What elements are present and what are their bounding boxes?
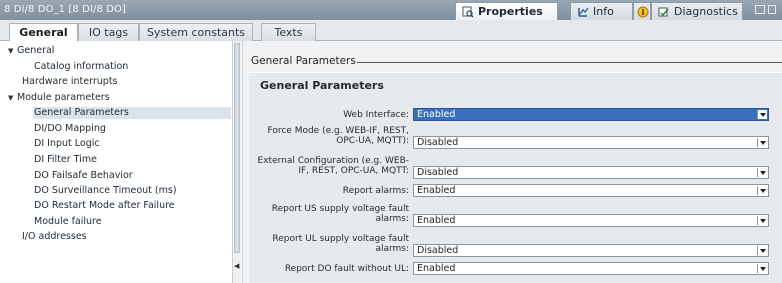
tab-diagnostics[interactable]: Diagnostics xyxy=(651,2,743,20)
report-alarms-value: Enabled xyxy=(417,185,456,196)
web-interface-dropdown[interactable]: Enabled xyxy=(413,108,769,121)
expand-arrow-icon[interactable]: ▼ xyxy=(8,45,17,57)
tree-item-general[interactable]: ▼ General xyxy=(8,45,54,57)
general-parameters-panel: General Parameters Web Interface: Enable… xyxy=(249,72,782,283)
dropdown-arrow-icon[interactable] xyxy=(757,216,767,225)
report-alarms-label: Report alarms: xyxy=(342,186,409,196)
inspector-titlebar: 8 DI/8 DO_1 [8 DI/8 DO] Properties Info … xyxy=(0,0,782,20)
maximize-icon[interactable] xyxy=(768,5,776,14)
warning-info-icon: i xyxy=(637,6,649,18)
tree-item-module-parameters[interactable]: ▼ Module parameters xyxy=(8,92,110,104)
info-badge: i xyxy=(633,2,651,20)
dropdown-arrow-icon[interactable] xyxy=(757,246,767,255)
tab-general[interactable]: General xyxy=(9,23,78,42)
tree-item-module-failure[interactable]: Module failure xyxy=(34,216,102,228)
tab-info-label: Info xyxy=(593,5,614,18)
report-do-fault-label: Report DO fault without UL: xyxy=(284,264,409,274)
report-us-supply-value: Enabled xyxy=(417,215,456,226)
web-interface-label: Web Interface: xyxy=(343,110,409,120)
tree-item-hardware-interrupts[interactable]: Hardware interrupts xyxy=(22,76,118,88)
tree-scrollbar[interactable]: ◀ xyxy=(232,41,241,283)
parameter-content: General Parameters General Parameters We… xyxy=(242,41,782,283)
panel-title: General Parameters xyxy=(260,79,384,92)
dropdown-arrow-icon[interactable] xyxy=(757,264,767,273)
dropdown-arrow-icon[interactable] xyxy=(757,138,767,147)
web-interface-value: Enabled xyxy=(417,109,456,120)
tab-texts[interactable]: Texts xyxy=(261,23,316,41)
report-ul-supply-value: Disabled xyxy=(417,245,459,256)
tree-item-do-failsafe-behavior[interactable]: DO Failsafe Behavior xyxy=(34,170,133,182)
properties-icon xyxy=(462,6,474,18)
dropdown-arrow-icon[interactable] xyxy=(757,110,767,119)
expand-arrow-icon[interactable]: ▼ xyxy=(8,92,17,104)
svg-text:i: i xyxy=(642,8,645,17)
tree-item-di-filter-time[interactable]: DI Filter Time xyxy=(34,154,97,166)
tree-item-do-restart-mode[interactable]: DO Restart Mode after Failure xyxy=(34,200,175,212)
external-configuration-value: Disabled xyxy=(417,167,459,178)
tab-properties[interactable]: Properties xyxy=(455,2,558,20)
force-mode-value: Disabled xyxy=(417,137,459,148)
report-do-fault-dropdown[interactable]: Enabled xyxy=(413,262,769,275)
force-mode-label: Force Mode (e.g. WEB-IF, REST, OPC-UA, M… xyxy=(267,126,409,146)
tree-item-di-input-logic[interactable]: DI Input Logic xyxy=(34,138,100,150)
property-tabs: General IO tags System constants Texts xyxy=(0,20,782,42)
section-heading: General Parameters xyxy=(251,55,356,67)
external-configuration-label: External Configuration (e.g. WEB-IF, RES… xyxy=(257,156,409,176)
tab-io-tags[interactable]: IO tags xyxy=(78,23,139,41)
info-icon xyxy=(577,6,589,18)
tree-item-di-do-mapping[interactable]: DI/DO Mapping xyxy=(34,123,106,135)
restore-icon[interactable] xyxy=(755,5,765,14)
report-us-supply-dropdown[interactable]: Enabled xyxy=(413,214,769,227)
tab-system-constants[interactable]: System constants xyxy=(139,23,253,41)
tree-scrollbar-thumb[interactable] xyxy=(234,43,240,253)
report-do-fault-value: Enabled xyxy=(417,263,456,274)
external-configuration-dropdown[interactable]: Disabled xyxy=(413,166,769,179)
report-us-supply-label: Report US supply voltage fault alarms: xyxy=(271,204,409,224)
force-mode-dropdown[interactable]: Disabled xyxy=(413,136,769,149)
window-title: 8 DI/8 DO_1 [8 DI/8 DO] xyxy=(4,4,126,15)
report-alarms-dropdown[interactable]: Enabled xyxy=(413,184,769,197)
report-ul-supply-label: Report UL supply voltage fault alarms: xyxy=(272,234,409,254)
tab-properties-label: Properties xyxy=(478,5,543,18)
parameter-tree: ▼ General Catalog information Hardware in… xyxy=(0,41,232,283)
tree-item-io-addresses[interactable]: I/O addresses xyxy=(22,231,87,243)
tab-info[interactable]: Info xyxy=(570,2,633,20)
report-ul-supply-dropdown[interactable]: Disabled xyxy=(413,244,769,257)
tree-item-general-parameters[interactable]: General Parameters xyxy=(33,107,231,119)
diagnostics-icon xyxy=(658,6,670,18)
collapse-pane-icon[interactable]: ◀ xyxy=(234,262,239,270)
tree-item-catalog-information[interactable]: Catalog information xyxy=(34,61,128,73)
tab-diagnostics-label: Diagnostics xyxy=(674,5,738,18)
dropdown-arrow-icon[interactable] xyxy=(757,168,767,177)
dropdown-arrow-icon[interactable] xyxy=(757,186,767,195)
tree-item-do-surveillance-timeout[interactable]: DO Surveillance Timeout (ms) xyxy=(34,185,177,197)
section-divider xyxy=(357,62,782,63)
